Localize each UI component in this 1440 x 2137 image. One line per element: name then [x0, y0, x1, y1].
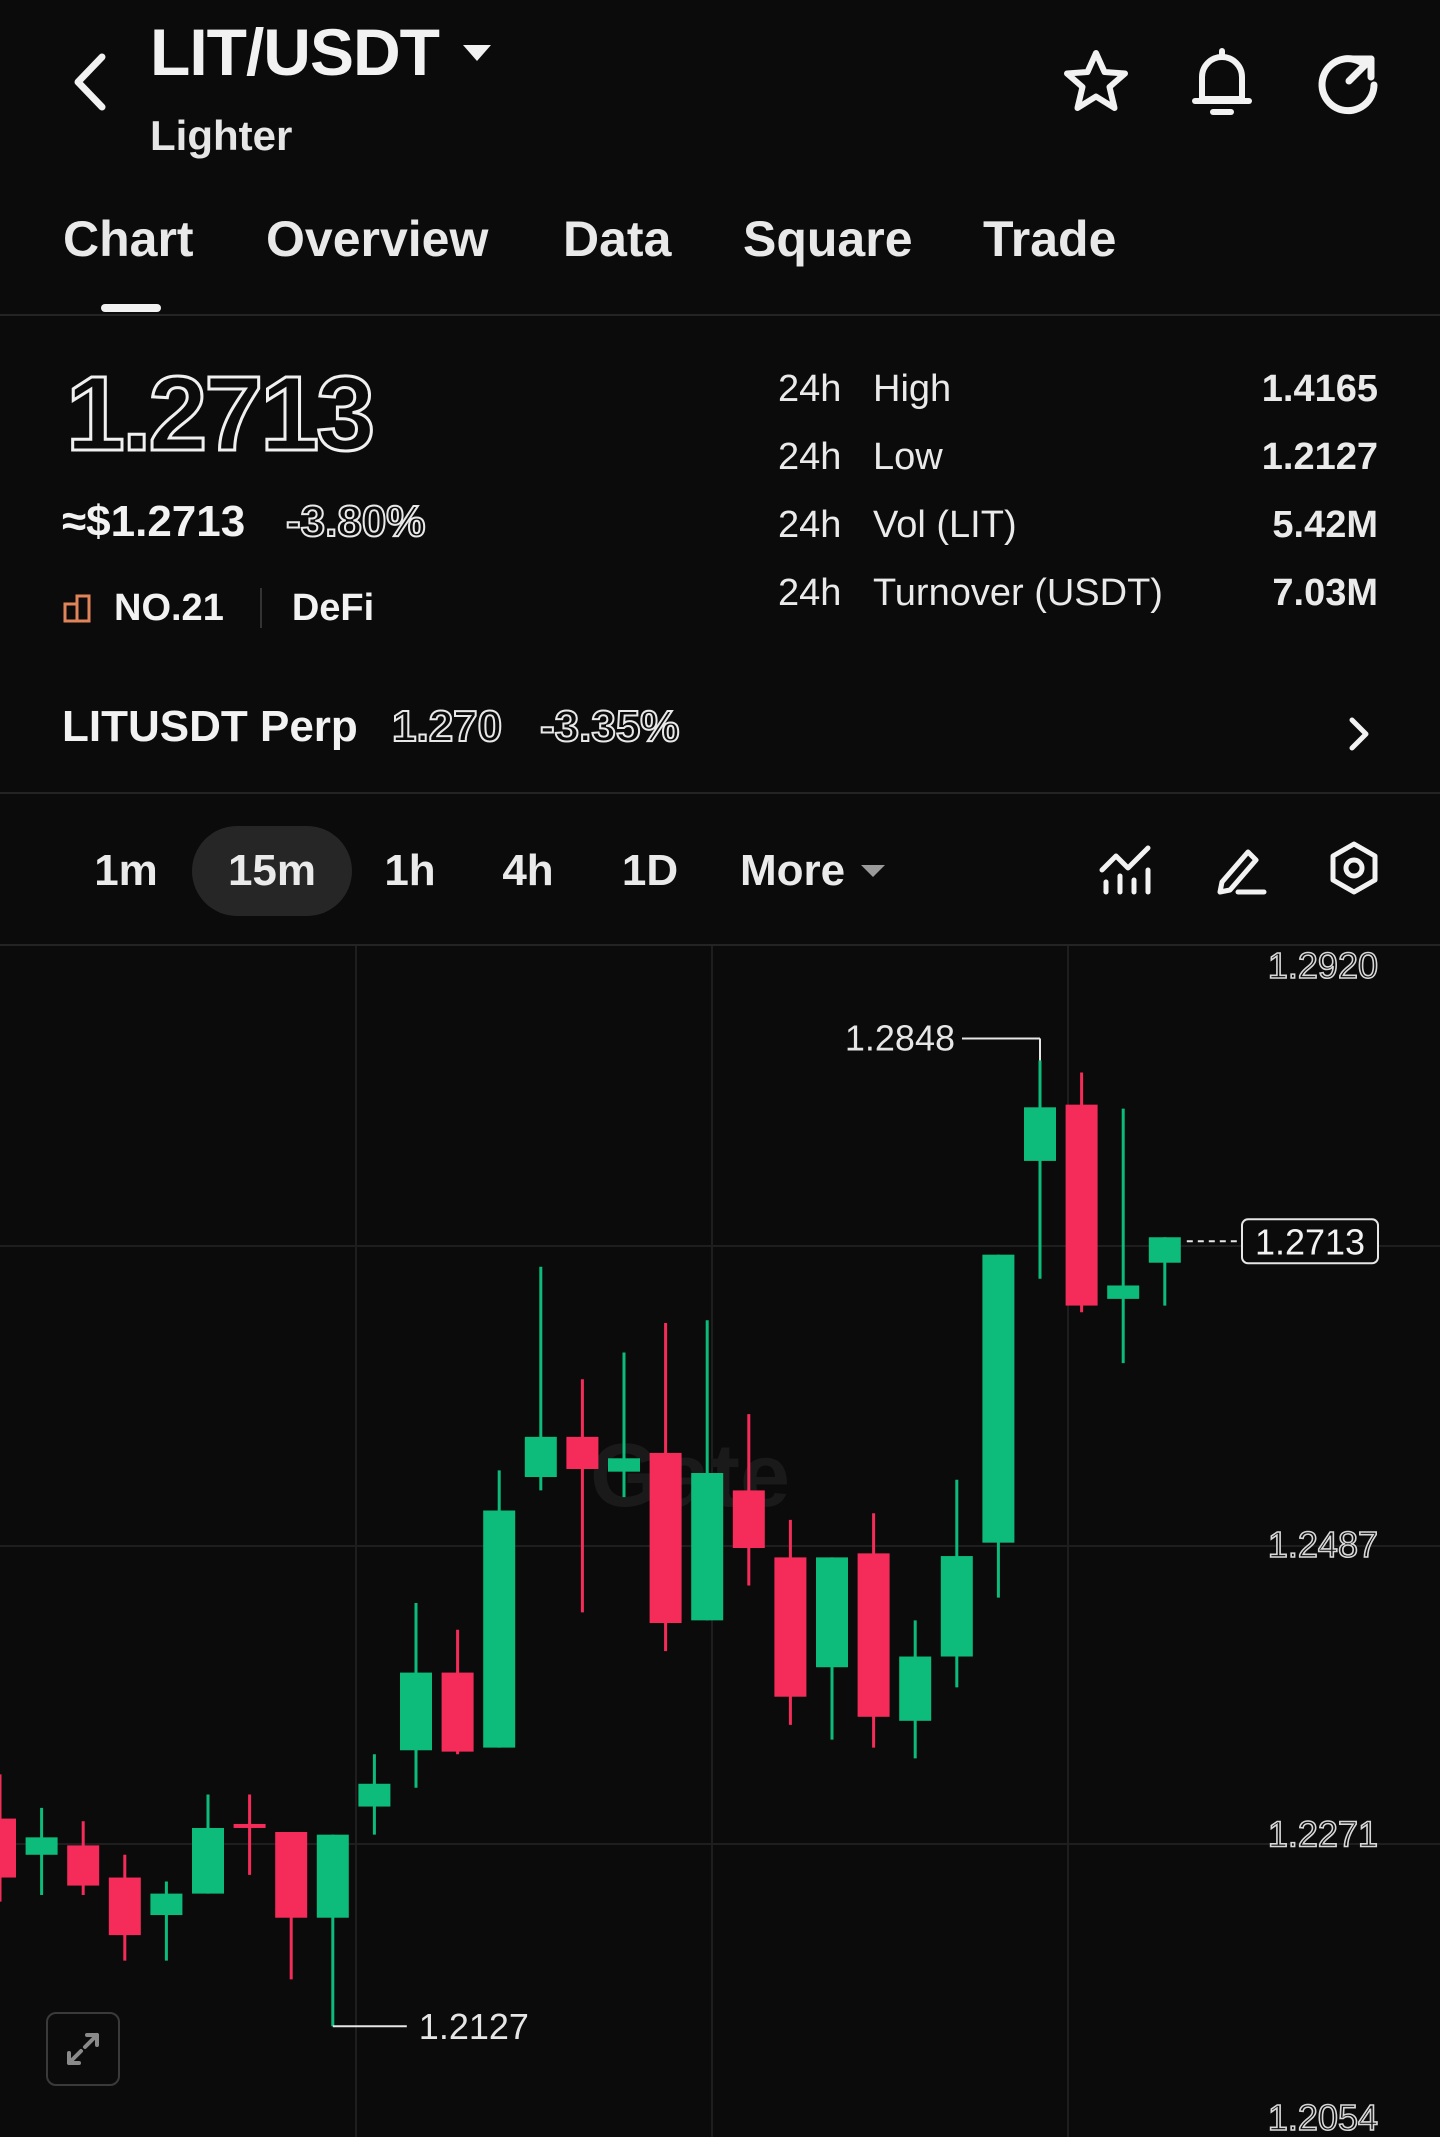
usd-price: ≈$1.2713 — [62, 497, 246, 546]
high-marker: 1.2848 — [845, 1017, 1041, 1061]
bell-icon — [1192, 48, 1252, 115]
indicators-button[interactable] — [1086, 828, 1166, 908]
indicators-icon — [1099, 845, 1151, 895]
timeframe-4h[interactable]: 4h — [488, 826, 568, 916]
candle-body — [774, 1557, 807, 1697]
perp-divider — [0, 792, 1440, 794]
candle-body — [358, 1783, 391, 1807]
category-label[interactable]: DeFi — [292, 587, 374, 630]
stat-low: 24h Low 1.2127 — [778, 436, 1378, 478]
candle-body — [899, 1656, 932, 1721]
stat-volume: 24h Vol (LIT) 5.42M — [778, 504, 1378, 546]
candle-body — [192, 1827, 224, 1894]
perp-name: LITUSDT Perp — [62, 702, 358, 751]
candle-body — [1024, 1107, 1056, 1161]
stat-turnover: 24h Turnover (USDT) 7.03M — [778, 572, 1378, 614]
candle-body — [150, 1893, 183, 1916]
share-button[interactable] — [1308, 42, 1388, 122]
candle-body — [732, 1490, 765, 1549]
caret-down-icon — [861, 865, 886, 877]
perp-row[interactable]: LITUSDT Perp 1.270 -3.35% — [0, 690, 1440, 772]
candle-body — [649, 1452, 682, 1624]
back-arrow-icon — [74, 53, 106, 111]
candle-body — [982, 1254, 1015, 1543]
low-marker-label: 1.2127 — [419, 2006, 529, 2047]
timeframe-15m[interactable]: 15m — [192, 826, 352, 916]
pair-title: LIT/USDT — [150, 15, 440, 89]
candle-body — [0, 1818, 16, 1878]
alert-button[interactable] — [1182, 42, 1262, 122]
rank-badge[interactable]: NO.21 DeFi — [62, 583, 374, 633]
active-tab-indicator — [101, 304, 161, 312]
candle-body — [441, 1672, 474, 1752]
candle-body — [400, 1672, 432, 1751]
y-axis-labels: 1.2920 1.2487 1.2271 1.2054 — [1267, 946, 1379, 2137]
candle-body — [67, 1845, 100, 1886]
candle-body — [25, 1837, 58, 1855]
y-axis-tick-label: 1.2054 — [1268, 2097, 1378, 2137]
candle-body — [483, 1510, 516, 1748]
tab-chart[interactable]: Chart — [63, 210, 194, 268]
candle-body — [1148, 1237, 1181, 1263]
draw-icon — [1217, 849, 1267, 895]
y-axis-tick-label: 1.2271 — [1268, 1813, 1378, 1854]
pair-subtitle: Lighter — [150, 112, 293, 159]
more-label: More — [740, 846, 846, 895]
settings-icon — [1330, 841, 1378, 895]
chevron-right-icon — [1349, 717, 1369, 751]
current-price-marker: 1.2713 — [1186, 1218, 1379, 1265]
candle-body — [566, 1436, 599, 1469]
candle-body — [524, 1436, 557, 1478]
timeframe-1d[interactable]: 1D — [608, 826, 692, 916]
y-axis-tick-label: 1.2487 — [1268, 1524, 1378, 1565]
candle-body — [691, 1473, 724, 1621]
candle-body — [940, 1556, 973, 1657]
candle-body — [1107, 1285, 1140, 1299]
low-marker: 1.2127 — [332, 2006, 529, 2047]
chart-settings-button[interactable] — [1314, 828, 1394, 908]
more-timeframes-dropdown[interactable]: More — [740, 826, 910, 916]
tab-square[interactable]: Square — [743, 210, 913, 268]
favorite-button[interactable] — [1056, 42, 1136, 122]
candle-body — [1065, 1104, 1098, 1306]
timeframe-1h[interactable]: 1h — [370, 826, 450, 916]
fullscreen-button[interactable] — [46, 2012, 120, 2086]
star-icon — [1064, 50, 1128, 111]
rank-label: NO.21 — [114, 586, 224, 629]
candle-body — [608, 1458, 640, 1472]
back-button[interactable] — [50, 42, 130, 122]
high-marker-label: 1.2848 — [845, 1017, 955, 1058]
candle-body — [275, 1831, 308, 1918]
expand-icon — [67, 2033, 99, 2065]
y-axis-tick-label: 1.2920 — [1268, 946, 1378, 986]
tab-data[interactable]: Data — [563, 210, 671, 268]
perp-price: 1.270 — [391, 701, 503, 752]
candle-body — [816, 1557, 848, 1668]
candle-body — [316, 1834, 349, 1918]
rank-separator — [259, 588, 262, 628]
share-icon — [1318, 55, 1378, 115]
tab-overview[interactable]: Overview — [266, 210, 488, 268]
candles-layer — [0, 1060, 1181, 2027]
price-change: -3.80% — [285, 496, 426, 547]
dropdown-caret-icon — [462, 45, 491, 61]
stat-high: 24h High 1.4165 — [778, 368, 1378, 410]
perp-change: -3.35% — [539, 701, 680, 752]
current-price-label: 1.2713 — [1255, 1221, 1365, 1262]
candle-body — [233, 1823, 266, 1828]
tabs-divider — [0, 314, 1440, 316]
timeframe-1m[interactable]: 1m — [76, 826, 176, 916]
last-price: 1.2713 — [64, 354, 376, 475]
drawing-tools-button[interactable] — [1200, 828, 1280, 908]
candle-body — [108, 1877, 141, 1936]
tab-trade[interactable]: Trade — [983, 210, 1116, 268]
candle-body — [857, 1553, 890, 1717]
candlestick-chart[interactable]: Gate 1.29201.24871.22711.2054 1.2848 1.2… — [0, 946, 1440, 2137]
pair-selector[interactable]: LIT/USDT — [150, 12, 497, 92]
ranking-icon — [63, 594, 91, 623]
